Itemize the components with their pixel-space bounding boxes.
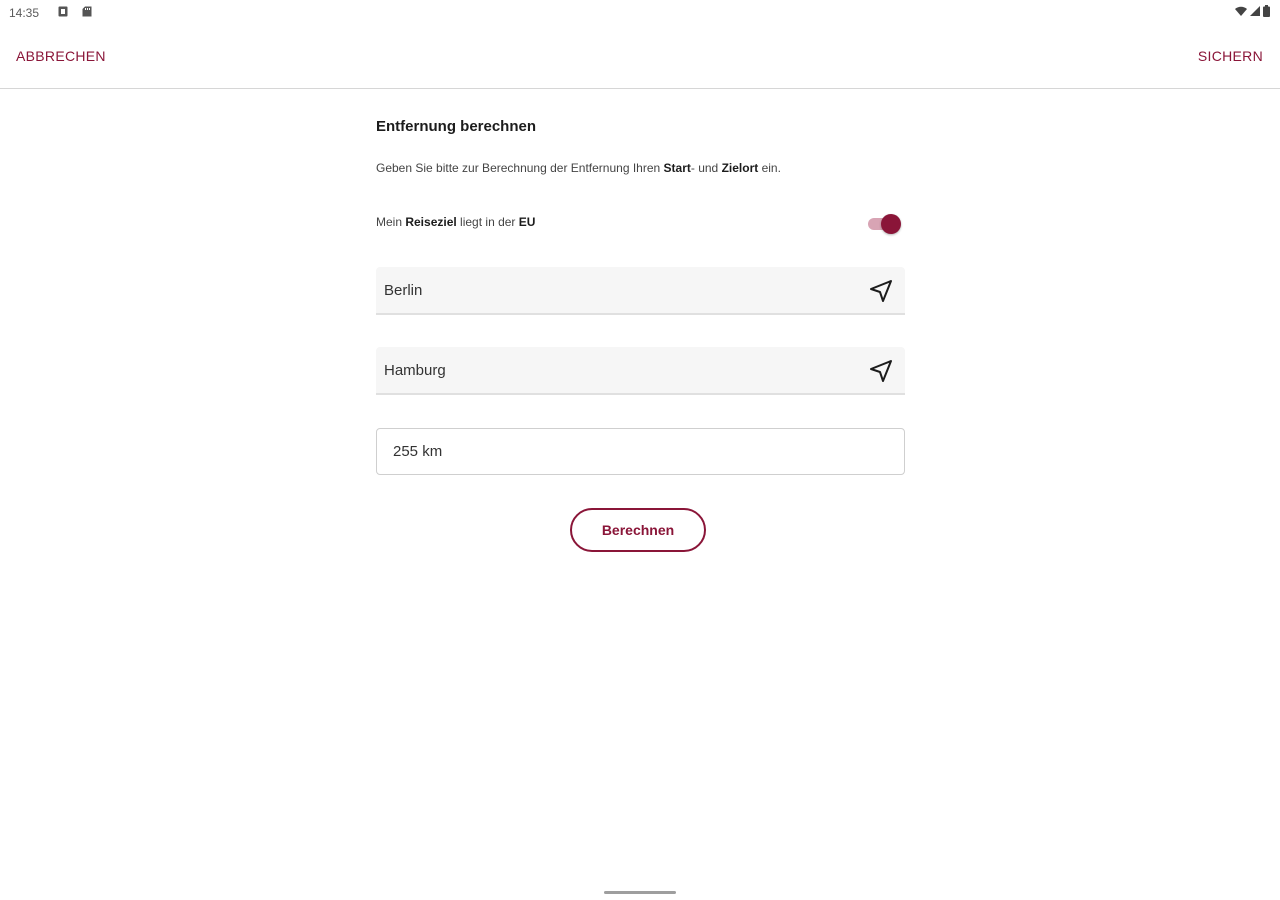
eu-destination-label: Mein Reiseziel liegt in der EU <box>376 215 536 229</box>
start-location-field <box>376 267 905 315</box>
eu-destination-row: Mein Reiseziel liegt in der EU <box>376 211 905 235</box>
status-bar: 14:35 <box>0 0 1280 26</box>
battery-icon <box>1263 5 1270 17</box>
form-title: Entfernung berechnen <box>376 118 537 135</box>
start-location-input[interactable] <box>384 267 854 313</box>
navigation-arrow-icon[interactable] <box>867 277 895 305</box>
home-indicator[interactable] <box>604 891 676 894</box>
destination-location-input[interactable] <box>384 347 854 393</box>
status-time: 14:35 <box>9 6 40 20</box>
signal-icon <box>1250 5 1260 16</box>
notification-icon <box>58 6 68 17</box>
distance-value: 255 km <box>393 443 443 460</box>
sd-card-icon <box>82 6 92 17</box>
calculate-button[interactable]: Berechnen <box>570 508 706 552</box>
form-description: Geben Sie bitte zur Berechnung der Entfe… <box>376 161 781 175</box>
destination-location-field <box>376 347 905 395</box>
eu-destination-switch[interactable] <box>868 214 901 234</box>
cancel-button[interactable]: ABBRECHEN <box>16 48 106 64</box>
switch-thumb <box>881 214 901 234</box>
navigation-arrow-icon[interactable] <box>867 357 895 385</box>
save-button[interactable]: SICHERN <box>1198 48 1263 64</box>
wifi-icon <box>1235 6 1247 16</box>
top-app-bar: ABBRECHEN SICHERN <box>0 26 1280 89</box>
distance-result-field[interactable]: 255 km <box>376 428 905 475</box>
